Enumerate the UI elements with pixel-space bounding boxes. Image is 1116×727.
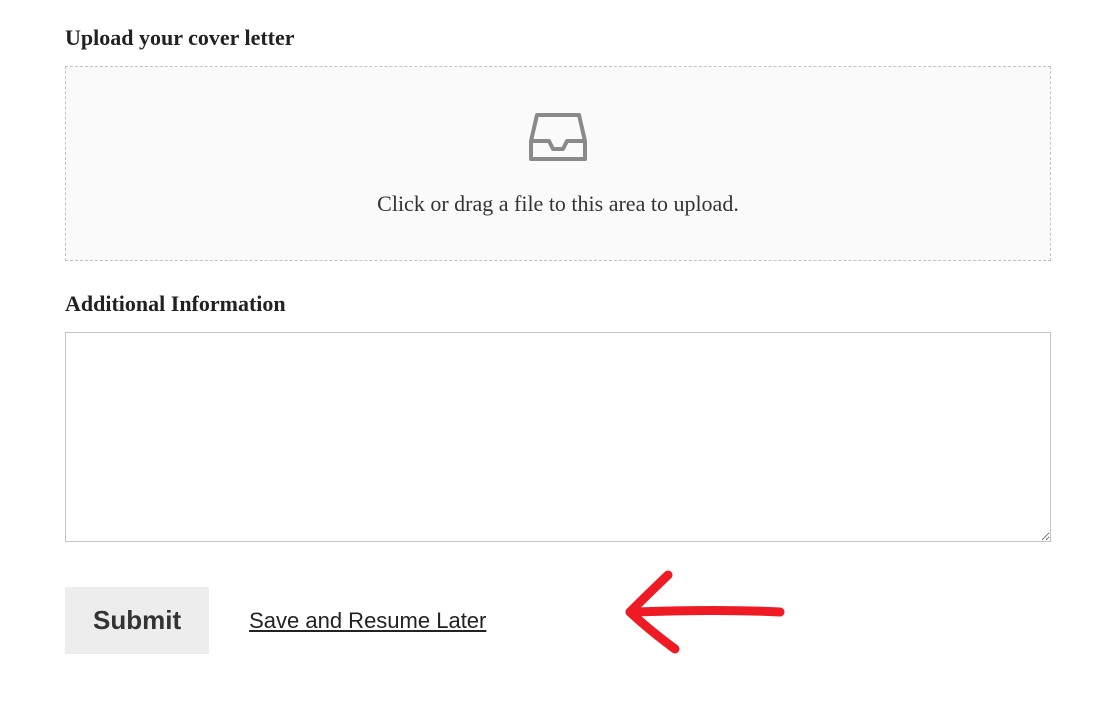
submit-button[interactable]: Submit [65, 587, 209, 654]
upload-field-group: Upload your cover letter Click or drag a… [65, 25, 1051, 261]
additional-info-textarea[interactable] [65, 332, 1051, 542]
upload-instruction: Click or drag a file to this area to upl… [377, 191, 739, 217]
additional-info-label: Additional Information [65, 291, 1051, 317]
upload-dropzone[interactable]: Click or drag a file to this area to upl… [65, 66, 1051, 261]
form-actions: Submit Save and Resume Later [65, 587, 1051, 654]
save-resume-link[interactable]: Save and Resume Later [249, 608, 486, 634]
additional-info-group: Additional Information [65, 291, 1051, 547]
inbox-icon [529, 111, 587, 163]
annotation-arrow-icon [620, 557, 790, 657]
upload-label: Upload your cover letter [65, 25, 1051, 51]
